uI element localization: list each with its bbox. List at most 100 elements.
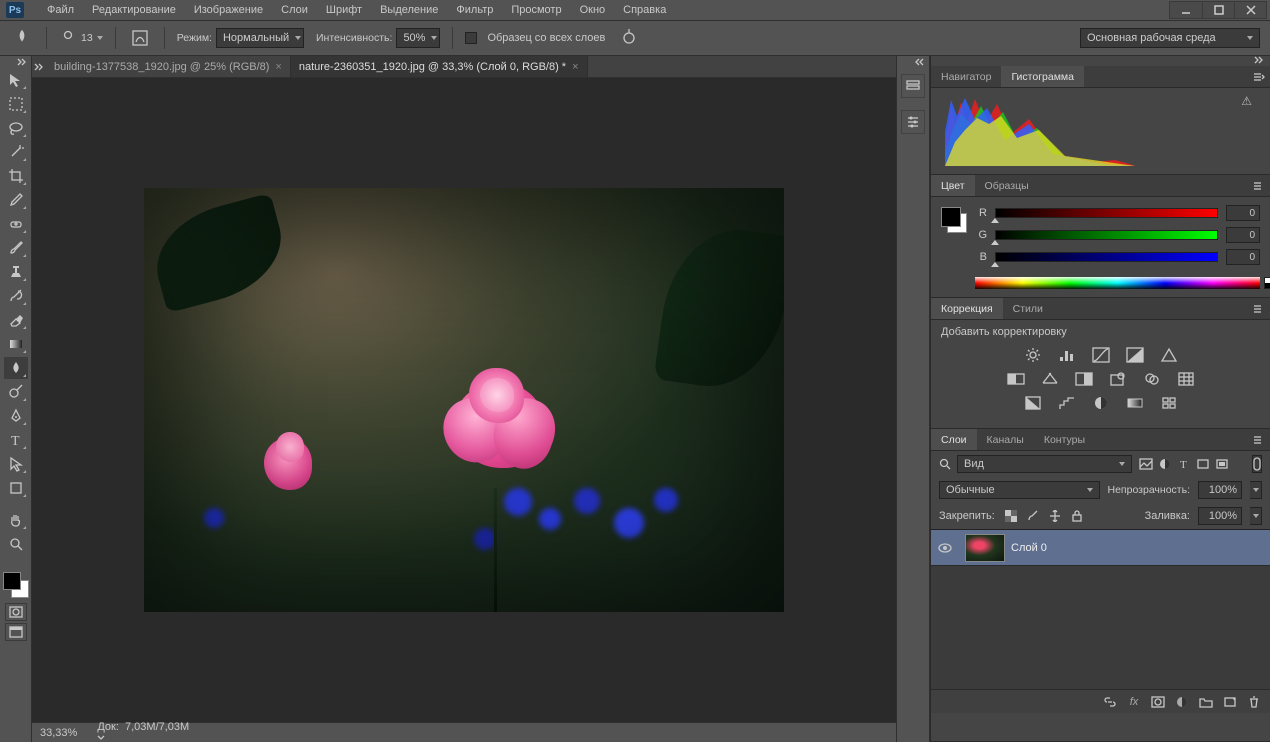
gradient-tool[interactable] xyxy=(4,333,28,355)
lock-pixels-icon[interactable] xyxy=(1025,508,1041,524)
color-swatch[interactable] xyxy=(941,207,967,233)
tab-adjustments[interactable]: Коррекция xyxy=(931,298,1003,319)
tab-paths[interactable]: Контуры xyxy=(1034,429,1095,450)
opacity-stepper[interactable] xyxy=(1250,481,1262,499)
panel-menu-icon[interactable] xyxy=(1252,302,1266,316)
panel-menu-icon[interactable] xyxy=(1252,433,1266,447)
eyedropper-tool[interactable] xyxy=(4,189,28,211)
zoom-tool[interactable] xyxy=(4,533,28,555)
layer-name[interactable]: Слой 0 xyxy=(1011,542,1047,554)
zoom-level[interactable]: 33,33% xyxy=(40,727,77,739)
menu-item[interactable]: Файл xyxy=(38,1,83,19)
layer-thumbnail[interactable] xyxy=(965,534,1005,562)
blend-mode-dropdown[interactable]: Обычные xyxy=(939,481,1100,499)
close-button[interactable] xyxy=(1234,2,1266,18)
marquee-tool[interactable] xyxy=(4,93,28,115)
blur-tool[interactable] xyxy=(4,357,28,379)
current-tool-icon[interactable] xyxy=(10,26,34,50)
rail-properties-icon[interactable] xyxy=(901,110,925,134)
tab-styles[interactable]: Стили xyxy=(1003,298,1053,319)
adj-colorbalance-icon[interactable] xyxy=(1040,370,1060,388)
layer-filter-dropdown[interactable]: Вид xyxy=(957,455,1132,473)
tabrail-collapse[interactable] xyxy=(32,56,46,77)
adj-threshold-icon[interactable] xyxy=(1091,394,1111,412)
filter-toggle[interactable] xyxy=(1252,455,1262,473)
filter-smart-icon[interactable] xyxy=(1214,456,1230,472)
spectrum-picker[interactable] xyxy=(975,277,1260,289)
rail-history-icon[interactable] xyxy=(901,74,925,98)
eraser-tool[interactable] xyxy=(4,309,28,331)
panels-collapse[interactable] xyxy=(931,56,1270,66)
tab-layers[interactable]: Слои xyxy=(931,429,977,450)
filter-adjust-icon[interactable] xyxy=(1157,456,1173,472)
slider-green[interactable]: G 0 xyxy=(977,227,1260,243)
adj-curves-icon[interactable] xyxy=(1091,346,1111,364)
panel-menu-icon[interactable] xyxy=(1252,70,1266,84)
fill-value[interactable]: 100% xyxy=(1198,507,1242,525)
rail-collapse[interactable] xyxy=(897,58,929,68)
group-icon[interactable] xyxy=(1198,695,1214,709)
type-tool[interactable]: T xyxy=(4,429,28,451)
intensity-value[interactable]: 50% xyxy=(396,28,440,48)
tab-swatches[interactable]: Образцы xyxy=(975,175,1039,196)
clone-stamp-tool[interactable] xyxy=(4,261,28,283)
sample-all-layers[interactable]: Образец со всех слоев xyxy=(465,32,605,44)
canvas[interactable] xyxy=(144,188,784,612)
menu-item[interactable]: Окно xyxy=(571,1,615,19)
close-icon[interactable]: × xyxy=(275,61,281,73)
hand-tool[interactable] xyxy=(4,509,28,531)
pressure-button[interactable] xyxy=(617,26,641,50)
foreground-color[interactable] xyxy=(3,572,21,590)
new-layer-icon[interactable] xyxy=(1222,695,1238,709)
menu-item[interactable]: Выделение xyxy=(371,1,447,19)
workspace-picker[interactable]: Основная рабочая среда xyxy=(1080,28,1260,48)
slider-red[interactable]: R 0 xyxy=(977,205,1260,221)
move-tool[interactable] xyxy=(4,69,28,91)
magic-wand-tool[interactable] xyxy=(4,141,28,163)
adj-channelmixer-icon[interactable] xyxy=(1142,370,1162,388)
layer-style-icon[interactable]: fx xyxy=(1126,695,1142,709)
document-tab[interactable]: building-1377538_1920.jpg @ 25% (RGB/8) … xyxy=(46,56,291,77)
layer-row[interactable]: Слой 0 xyxy=(931,530,1270,566)
lock-transparent-icon[interactable] xyxy=(1003,508,1019,524)
menu-item[interactable]: Просмотр xyxy=(502,1,570,19)
adj-colorlookup-icon[interactable] xyxy=(1176,370,1196,388)
lock-all-icon[interactable] xyxy=(1069,508,1085,524)
menu-item[interactable]: Редактирование xyxy=(83,1,185,19)
color-swatch[interactable] xyxy=(3,572,29,598)
link-layers-icon[interactable] xyxy=(1102,695,1118,709)
menu-item[interactable]: Слои xyxy=(272,1,317,19)
adj-posterize-icon[interactable] xyxy=(1057,394,1077,412)
panel-menu-icon[interactable] xyxy=(1252,179,1266,193)
adj-exposure-icon[interactable] xyxy=(1125,346,1145,364)
pen-tool[interactable] xyxy=(4,405,28,427)
adj-selectivecolor-icon[interactable] xyxy=(1159,394,1179,412)
opacity-value[interactable]: 100% xyxy=(1198,481,1242,499)
quickmask-button[interactable] xyxy=(5,603,27,621)
menu-item[interactable]: Шрифт xyxy=(317,1,371,19)
warning-icon[interactable]: ⚠ xyxy=(1241,94,1252,108)
menu-item[interactable]: Изображение xyxy=(185,1,272,19)
screenmode-button[interactable] xyxy=(5,623,27,641)
crop-tool[interactable] xyxy=(4,165,28,187)
adj-photofilter-icon[interactable] xyxy=(1108,370,1128,388)
minimize-button[interactable] xyxy=(1170,2,1202,18)
adj-invert-icon[interactable] xyxy=(1023,394,1043,412)
adj-vibrance-icon[interactable] xyxy=(1159,346,1179,364)
brush-size[interactable]: 13 xyxy=(59,29,103,47)
lasso-tool[interactable] xyxy=(4,117,28,139)
adjustment-layer-icon[interactable] xyxy=(1174,695,1190,709)
layer-list[interactable]: Слой 0 xyxy=(931,529,1270,689)
tab-histogram[interactable]: Гистограмма xyxy=(1001,66,1084,87)
path-select-tool[interactable] xyxy=(4,453,28,475)
mode-dropdown[interactable]: Нормальный xyxy=(216,28,304,48)
adj-gradientmap-icon[interactable] xyxy=(1125,394,1145,412)
healing-brush-tool[interactable] xyxy=(4,213,28,235)
adj-bw-icon[interactable] xyxy=(1074,370,1094,388)
tab-channels[interactable]: Каналы xyxy=(977,429,1034,450)
toolbox-collapse[interactable] xyxy=(0,58,31,68)
adj-brightness-icon[interactable] xyxy=(1023,346,1043,364)
lock-position-icon[interactable] xyxy=(1047,508,1063,524)
dodge-tool[interactable] xyxy=(4,381,28,403)
adj-levels-icon[interactable] xyxy=(1057,346,1077,364)
